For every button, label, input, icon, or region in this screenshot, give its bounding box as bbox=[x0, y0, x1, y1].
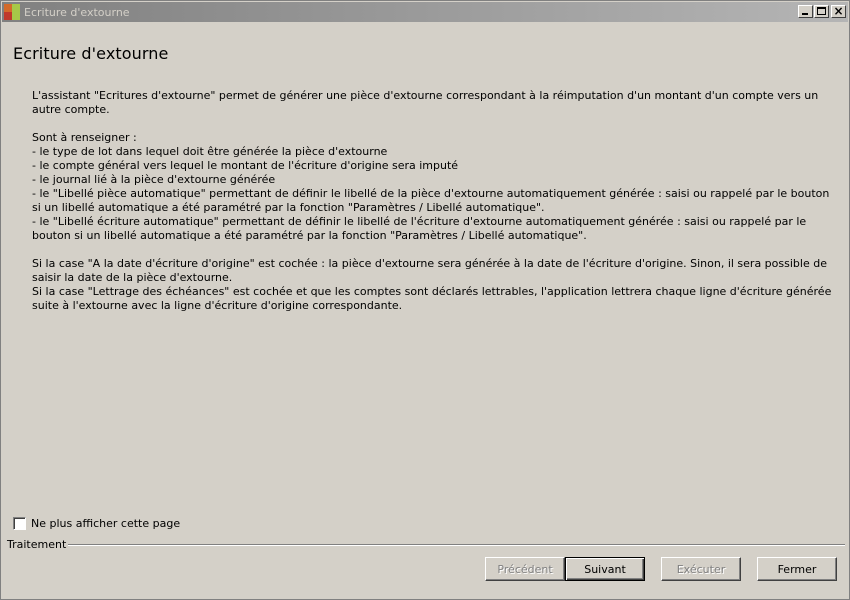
intro-paragraph: L'assistant "Ecritures d'extourne" perme… bbox=[32, 89, 819, 116]
note-paragraph: Si la case "A la date d'écriture d'origi… bbox=[32, 257, 827, 284]
close-button[interactable]: Fermer bbox=[757, 557, 837, 581]
hide-page-option[interactable]: Ne plus afficher cette page bbox=[13, 517, 180, 530]
fields-heading: Sont à renseigner : bbox=[32, 131, 137, 144]
window-controls: × bbox=[797, 4, 846, 18]
minimize-button[interactable] bbox=[798, 5, 813, 18]
field-item: - le compte général vers lequel le monta… bbox=[32, 159, 459, 172]
note-paragraph: Si la case "Lettrage des échéances" est … bbox=[32, 285, 832, 312]
window-title: Ecriture d'extourne bbox=[24, 5, 130, 19]
title-bar[interactable]: Ecriture d'extourne × bbox=[2, 2, 848, 22]
group-label: Traitement bbox=[7, 538, 69, 551]
minimize-icon bbox=[802, 13, 808, 15]
page-title: Ecriture d'extourne bbox=[13, 44, 169, 63]
hide-page-label[interactable]: Ne plus afficher cette page bbox=[31, 517, 180, 530]
field-item: - le journal lié à la pièce d'extourne g… bbox=[32, 173, 276, 186]
close-window-button[interactable]: × bbox=[831, 4, 846, 18]
group-divider bbox=[61, 544, 845, 546]
field-item: - le "Libellé écriture automatique" perm… bbox=[32, 215, 807, 242]
app-logo-icon bbox=[4, 4, 20, 20]
next-button[interactable]: Suivant bbox=[565, 557, 645, 581]
field-item: - le "Libellé pièce automatique" permett… bbox=[32, 187, 830, 214]
maximize-button[interactable] bbox=[814, 5, 829, 18]
description-text: L'assistant "Ecritures d'extourne" perme… bbox=[32, 89, 832, 313]
execute-button[interactable]: Exécuter bbox=[661, 557, 741, 581]
previous-button[interactable]: Précédent bbox=[485, 557, 565, 581]
hide-page-checkbox[interactable] bbox=[13, 517, 26, 530]
wizard-window: Ecriture d'extourne × Ecriture d'extourn… bbox=[0, 0, 850, 600]
field-item: - le type de lot dans lequel doit être g… bbox=[32, 145, 388, 158]
maximize-icon bbox=[817, 7, 826, 15]
close-icon: × bbox=[833, 4, 844, 18]
